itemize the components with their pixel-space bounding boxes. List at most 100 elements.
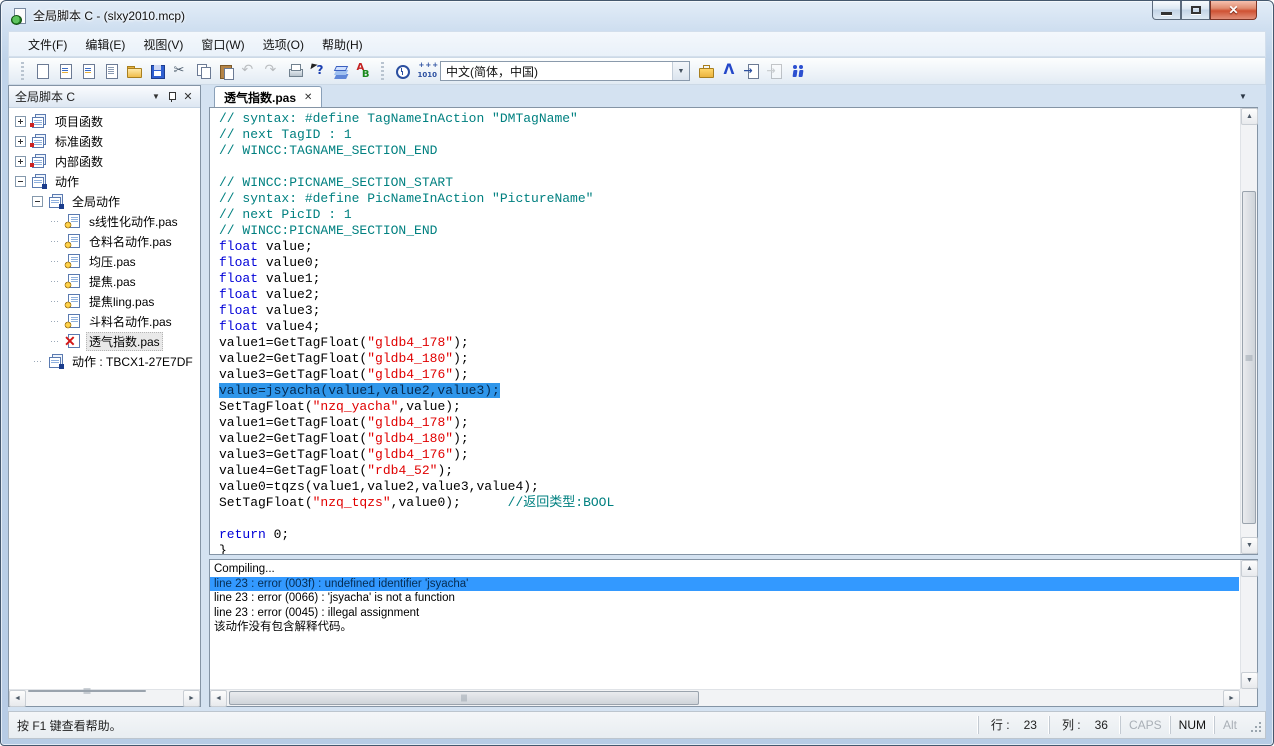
tab-touqi-index[interactable]: 透气指数.pas ✕ [214, 86, 322, 107]
output-line-1[interactable]: Compiling... [210, 562, 1239, 577]
menu-item-help[interactable]: 帮助(H) [313, 33, 372, 56]
print-button[interactable] [283, 60, 306, 82]
output-vertical-scrollbar[interactable]: ▲ ▼ [1240, 560, 1257, 689]
code-line-10[interactable]: float value0; [219, 255, 1239, 271]
tree-item-action-tbcx1[interactable]: 动作 : TBCX1-27E7DF [9, 351, 200, 371]
code-line-5[interactable]: // WINCC:PICNAME_SECTION_START [219, 175, 1239, 191]
code-line-13[interactable]: float value3; [219, 303, 1239, 319]
code-line-1[interactable]: // syntax: #define TagNameInAction "DMTa… [219, 111, 1239, 127]
minimize-button[interactable] [1152, 1, 1181, 20]
scroll-right-icon[interactable]: ► [183, 690, 200, 707]
tree-toggle-minus-icon[interactable] [32, 196, 43, 207]
open-button[interactable] [122, 60, 145, 82]
code-editor[interactable]: // syntax: #define TagNameInAction "DMTa… [209, 107, 1258, 555]
output-line-3[interactable]: line 23 : error (0066) : 'jsyacha' is no… [210, 591, 1239, 606]
tree-item-standard-functions[interactable]: 标准函数 [9, 131, 200, 151]
code-line-23[interactable]: value4=GetTagFloat("rdb4_52"); [219, 463, 1239, 479]
maximize-button[interactable] [1181, 1, 1210, 20]
compile-button[interactable] [329, 60, 352, 82]
code-line-12[interactable]: float value2; [219, 287, 1239, 303]
code-line-26[interactable] [219, 511, 1239, 527]
export-action-button[interactable] [763, 60, 786, 82]
copy-button[interactable] [191, 60, 214, 82]
code-area[interactable]: // syntax: #define TagNameInAction "DMTa… [210, 108, 1239, 554]
menu-item-options[interactable]: 选项(O) [254, 33, 313, 56]
tree-horizontal-scrollbar[interactable]: ◄ ► [9, 689, 200, 706]
new-file-button[interactable] [30, 60, 53, 82]
tree-toggle-plus-icon[interactable] [15, 156, 26, 167]
tree-item-cangliao-action[interactable]: 仓料名动作.pas [9, 231, 200, 251]
trigger-info-button[interactable] [390, 60, 413, 82]
editor-vertical-scrollbar[interactable]: ▲ ▼ [1240, 108, 1257, 554]
undo-button[interactable] [237, 60, 260, 82]
code-line-20[interactable]: value1=GetTagFloat("gldb4_178"); [219, 415, 1239, 431]
paste-button[interactable] [214, 60, 237, 82]
context-help-button[interactable] [306, 60, 329, 82]
tree-item-touqi-index[interactable]: 透气指数.pas [9, 331, 200, 351]
redo-button[interactable] [260, 60, 283, 82]
spell-check-button[interactable] [352, 60, 375, 82]
code-line-2[interactable]: // next TagID : 1 [219, 127, 1239, 143]
scrollbar-thumb[interactable] [28, 690, 146, 692]
new-action-button[interactable] [99, 60, 122, 82]
panel-menu-button[interactable]: ▼ [148, 89, 164, 105]
scroll-left-icon[interactable]: ◄ [210, 690, 227, 707]
code-line-27[interactable]: return 0; [219, 527, 1239, 543]
tag-id-button[interactable] [413, 60, 436, 82]
library-button[interactable] [694, 60, 717, 82]
tree-toggle-minus-icon[interactable] [15, 176, 26, 187]
panel-splitter[interactable] [201, 85, 209, 711]
tree-item-project-functions[interactable]: 项目函数 [9, 111, 200, 131]
code-line-15[interactable]: value1=GetTagFloat("gldb4_178"); [219, 335, 1239, 351]
resize-grip[interactable] [1245, 716, 1263, 734]
scroll-down-icon[interactable]: ▼ [1241, 672, 1258, 689]
runtime-button[interactable] [786, 60, 809, 82]
import-action-button[interactable] [740, 60, 763, 82]
code-line-6[interactable]: // syntax: #define PicNameInAction "Pict… [219, 191, 1239, 207]
panel-pin-button[interactable] [164, 89, 180, 105]
new-project-function-button[interactable] [53, 60, 76, 82]
menu-item-view[interactable]: 视图(V) [134, 33, 192, 56]
output-horizontal-scrollbar[interactable]: ◄ ► [210, 689, 1240, 706]
code-line-17[interactable]: value3=GetTagFloat("gldb4_176"); [219, 367, 1239, 383]
tree-item-global-actions[interactable]: 全局动作 [9, 191, 200, 211]
code-line-11[interactable]: float value1; [219, 271, 1239, 287]
tab-list-dropdown-button[interactable]: ▼ [1232, 89, 1254, 104]
tree-item-douliao-action[interactable]: 斗料名动作.pas [9, 311, 200, 331]
code-line-16[interactable]: value2=GetTagFloat("gldb4_180"); [219, 351, 1239, 367]
menu-item-window[interactable]: 窗口(W) [192, 33, 253, 56]
title-bar[interactable]: 全局脚本 C - (slxy2010.mcp) ✕ [1, 1, 1273, 31]
scroll-up-icon[interactable]: ▲ [1241, 108, 1258, 125]
output-line-2[interactable]: line 23 : error (003f) : undefined ident… [210, 577, 1239, 592]
code-line-25[interactable]: SetTagFloat("nzq_tqzs",value0); //返回类型:B… [219, 495, 1239, 511]
tree-item-tijiao[interactable]: 提焦.pas [9, 271, 200, 291]
edit-tools-button[interactable] [717, 60, 740, 82]
code-line-21[interactable]: value2=GetTagFloat("gldb4_180"); [219, 431, 1239, 447]
tree-toggle-plus-icon[interactable] [15, 136, 26, 147]
code-line-28[interactable]: } [219, 543, 1239, 554]
panel-close-button[interactable]: ✕ [180, 89, 196, 105]
scroll-right-icon[interactable]: ► [1223, 690, 1240, 707]
code-line-3[interactable]: // WINCC:TAGNAME_SECTION_END [219, 143, 1239, 159]
scroll-up-icon[interactable]: ▲ [1241, 560, 1258, 577]
language-combo[interactable]: 中文(简体，中国)▼ [440, 61, 690, 81]
save-button[interactable] [145, 60, 168, 82]
tree-item-actions[interactable]: 动作 [9, 171, 200, 191]
scrollbar-thumb[interactable] [1242, 191, 1256, 524]
close-button[interactable]: ✕ [1210, 1, 1257, 20]
code-line-9[interactable]: float value; [219, 239, 1239, 255]
code-line-22[interactable]: value3=GetTagFloat("gldb4_176"); [219, 447, 1239, 463]
output-line-5[interactable]: 该动作没有包含解释代码。 [210, 620, 1239, 635]
new-standard-function-button[interactable] [76, 60, 99, 82]
scroll-left-icon[interactable]: ◄ [9, 690, 26, 707]
tree-item-junya[interactable]: 均压.pas [9, 251, 200, 271]
code-line-18[interactable]: value=jsyacha(value1,value2,value3); [219, 383, 1239, 399]
scroll-down-icon[interactable]: ▼ [1241, 537, 1258, 554]
scrollbar-thumb[interactable] [229, 691, 699, 705]
code-line-24[interactable]: value0=tqzs(value1,value2,value3,value4)… [219, 479, 1239, 495]
menu-item-edit[interactable]: 编辑(E) [76, 33, 134, 56]
menu-item-file[interactable]: 文件(F) [19, 33, 76, 56]
output-line-4[interactable]: line 23 : error (0045) : illegal assignm… [210, 606, 1239, 621]
tree-toggle-plus-icon[interactable] [15, 116, 26, 127]
tree-item-s-linearize-action[interactable]: s线性化动作.pas [9, 211, 200, 231]
